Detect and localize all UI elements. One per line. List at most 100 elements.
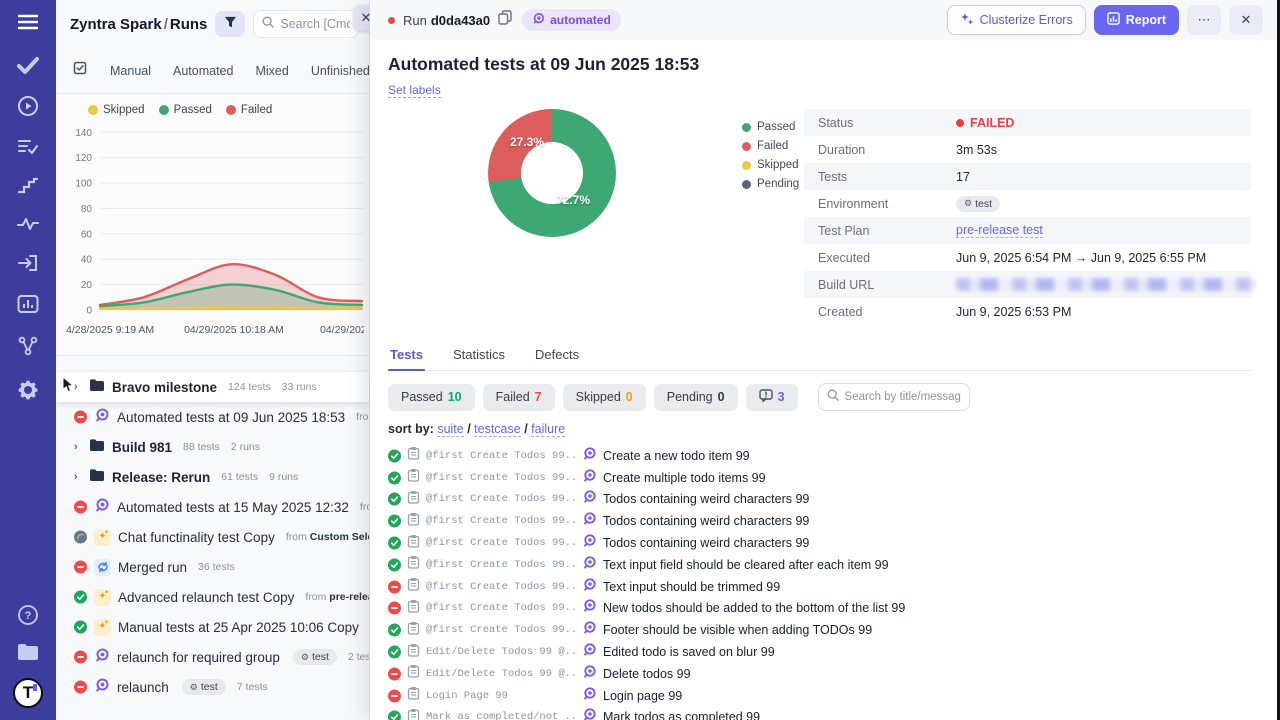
trend-legend: SkippedPassedFailed <box>64 102 365 118</box>
sidebar-branch-icon[interactable] <box>17 335 39 357</box>
set-labels-link[interactable]: Set labels <box>388 83 441 98</box>
more-button[interactable]: ⋯ <box>1187 5 1221 35</box>
sidebar-projects-icon[interactable] <box>16 642 40 662</box>
clipboard-icon <box>407 446 420 465</box>
test-row[interactable]: @first Create Todos 99...Text input shou… <box>388 576 1251 598</box>
folder-name: Release: Rerun <box>112 470 210 485</box>
status-passed-icon <box>74 591 87 604</box>
run-list-item[interactable]: Automated tests at 15 May 2025 12:32from… <box>56 492 369 522</box>
sidebar-list-check-icon[interactable] <box>17 138 39 156</box>
runs-search-input[interactable] <box>280 17 350 31</box>
mouse-cursor <box>62 376 75 398</box>
tests-search-input[interactable] <box>845 391 961 403</box>
suite-name: Edit/Delete Todos 99 @... <box>426 646 576 658</box>
project-name[interactable]: Zyntra Spark <box>70 16 162 33</box>
chevron-right-icon[interactable]: › <box>74 441 82 453</box>
run-details-table: StatusFAILEDDuration3m 53sTests17Environ… <box>804 109 1251 325</box>
clipboard-icon <box>407 708 420 720</box>
suite-name: @first Create Todos 99... <box>426 581 576 593</box>
sidebar-play-circle-icon[interactable] <box>17 95 39 117</box>
test-row[interactable]: @first Create Todos 99...Todos containin… <box>388 532 1251 554</box>
test-row[interactable]: @first Create Todos 99...New todos shoul… <box>388 598 1251 620</box>
run-list-item[interactable]: ✦✦Manual tests at 25 Apr 2025 10:06 Copy… <box>56 612 369 642</box>
filter-chip-skipped[interactable]: Skipped0 <box>563 384 646 411</box>
legend-item-skipped: Skipped <box>742 159 832 171</box>
sort-link-failure[interactable]: failure <box>531 422 565 437</box>
test-row[interactable]: Mark as completed/not ...Mark todos as c… <box>388 707 1251 720</box>
tab-unfinished[interactable]: Unfinished <box>311 64 370 78</box>
suite-name: @first Create Todos 99... <box>426 624 576 636</box>
run-list-item[interactable]: Merged run36 tests <box>56 552 369 582</box>
run-list-item[interactable]: relaunch⚙test7 tests <box>56 672 369 702</box>
runs-search[interactable] <box>253 10 359 38</box>
tab-defects[interactable]: Defects <box>533 341 581 370</box>
sort-link-suite[interactable]: suite <box>437 422 463 437</box>
tab-automated[interactable]: Automated <box>173 64 233 78</box>
filter-chip-pending[interactable]: Pending0 <box>654 384 738 411</box>
robot-icon <box>94 677 110 698</box>
filter-chip-passed[interactable]: Passed10 <box>388 384 475 411</box>
clipboard-icon <box>407 686 420 705</box>
sidebar-help-icon[interactable]: ? <box>17 604 39 626</box>
legend-item-failed: Failed <box>226 104 272 116</box>
gear-icon: ⚙ <box>301 652 309 663</box>
run-list-item[interactable]: ›Bravo milestone124 tests33 runs <box>56 372 369 402</box>
tab-manual[interactable]: Manual <box>110 64 151 78</box>
sidebar-check-icon[interactable] <box>17 56 39 74</box>
section-name: Runs <box>170 16 208 33</box>
clusterize-errors-button[interactable]: Clusterize Errors <box>947 5 1086 35</box>
report-button[interactable]: Report <box>1094 5 1179 35</box>
test-title: Footer should be visible when adding TOD… <box>603 623 872 637</box>
test-row[interactable]: @first Create Todos 99...Text input fiel… <box>388 554 1251 576</box>
run-name: Manual tests at 25 Apr 2025 10:06 Copy <box>118 620 359 635</box>
close-run-button[interactable]: ✕ <box>1229 5 1263 35</box>
filter-chip-comments[interactable]: 3 <box>746 384 798 411</box>
test-row[interactable]: @first Create Todos 99... Footer should b… <box>388 619 1251 641</box>
suite-name: @first Create Todos 99... <box>426 493 576 505</box>
detail-value: Jun 9, 2025 6:53 PM <box>956 305 1071 319</box>
chevron-right-icon[interactable]: › <box>74 471 82 483</box>
sidebar-gear-icon[interactable] <box>16 378 40 402</box>
test-row[interactable]: Edit/Delete Todos 99 @...Delete todos 99 <box>388 663 1251 685</box>
build-url-blurred[interactable] <box>956 278 1256 291</box>
run-list-item[interactable]: ›Release: Rerun61 tests9 runs <box>56 462 369 492</box>
legend-dot <box>742 142 751 151</box>
sidebar-steps-icon[interactable] <box>17 177 39 195</box>
status-passed-icon <box>74 621 87 634</box>
tests-search[interactable] <box>818 383 970 411</box>
sidebar-bar-chart-icon[interactable] <box>17 294 39 314</box>
automated-badge[interactable]: automated <box>522 9 621 31</box>
sidebar-activity-icon[interactable] <box>17 216 39 232</box>
run-list-item[interactable]: Automated tests at 09 Jun 2025 18:53from… <box>56 402 369 432</box>
sort-link-testcase[interactable]: testcase <box>474 422 521 437</box>
test-row[interactable]: @first Create Todos 99...Todos containin… <box>388 489 1251 511</box>
legend-item-skipped: Skipped <box>88 104 145 116</box>
chevron-right-icon[interactable]: › <box>74 381 82 393</box>
test-row[interactable]: @first Create Todos 99...Todos containin… <box>388 510 1251 532</box>
run-list-item[interactable]: ✦✦Advanced relaunch test Copyfrom pre-re… <box>56 582 369 612</box>
svg-text:4/28/2025 9:19 AM: 4/28/2025 9:19 AM <box>66 324 154 336</box>
test-row[interactable]: Login Page 99Login page 99 <box>388 685 1251 707</box>
tab-mixed[interactable]: Mixed <box>255 64 288 78</box>
tab-statistics[interactable]: Statistics <box>451 341 507 370</box>
run-list-item[interactable]: ✦✦Chat functinality test Copyfrom Custom… <box>56 522 369 552</box>
run-tests-count: 36 tests <box>198 561 235 573</box>
menu-icon[interactable] <box>18 14 38 30</box>
filter-button[interactable] <box>215 11 245 37</box>
search-icon <box>262 15 274 33</box>
copy-icon[interactable] <box>498 10 512 30</box>
select-all-icon[interactable] <box>72 60 88 81</box>
tab-tests[interactable]: Tests <box>388 341 425 370</box>
run-list-item[interactable]: relaunch for required group⚙test2 tests <box>56 642 369 672</box>
avatar[interactable]: T <box>13 678 43 708</box>
run-from: from pre-release test <box>356 411 369 423</box>
svg-text:20: 20 <box>81 280 93 291</box>
detail-value: ⚙test <box>956 196 1000 212</box>
test-row[interactable]: @first Create Todos 99...Create a new to… <box>388 445 1251 467</box>
filter-chip-failed[interactable]: Failed7 <box>483 384 555 411</box>
run-list-item[interactable]: ›Build 98188 tests2 runs <box>56 432 369 462</box>
sidebar-sign-in-icon[interactable] <box>17 253 39 273</box>
test-plan-link[interactable]: pre-release test <box>956 223 1043 238</box>
test-row[interactable]: Edit/Delete Todos 99 @...Edited todo is … <box>388 641 1251 663</box>
test-row[interactable]: @first Create Todos 99...Create multiple… <box>388 467 1251 489</box>
